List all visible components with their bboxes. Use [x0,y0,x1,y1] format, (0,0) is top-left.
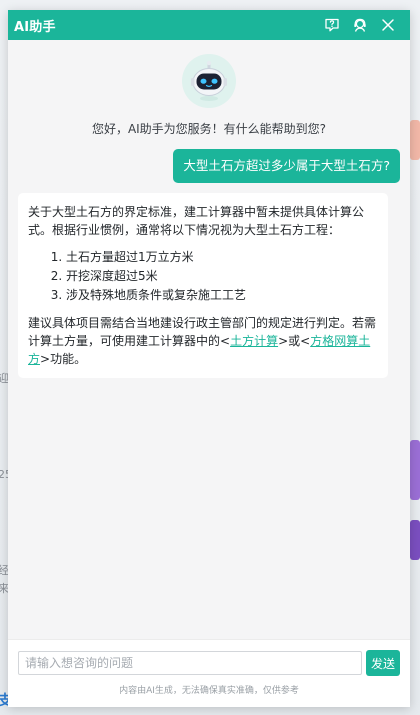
outro-mid-text: >或< [278,334,311,348]
ai-message-bubble: 关于大型土石方的界定标准，建工计算器中暂未提供具体计算公式。根据行业惯例，通常将… [18,193,388,378]
help-icon [325,18,339,32]
list-item: 开挖深度超过5米 [66,267,376,286]
customer-service-button[interactable] [346,13,374,37]
ai-reply-list: 土石方量超过1万立方米 开挖深度超过5米 涉及特殊地质条件或复杂施工工艺 [28,248,376,305]
robot-icon [191,60,227,101]
send-button[interactable]: 发送 [366,650,400,676]
ai-assistant-panel: AI助手 您好，AI助手为您服务！有什么能帮助到您? 大型土石方超过多少属于大型… [8,10,410,707]
list-item: 土石方量超过1万立方米 [66,248,376,267]
chat-area[interactable]: 您好，AI助手为您服务！有什么能帮助到您? 大型土石方超过多少属于大型土石方? … [8,40,410,639]
question-input[interactable] [18,651,362,675]
close-icon [382,19,394,31]
panel-header: AI助手 [8,10,410,40]
outro-suffix-text: >功能。 [40,352,87,366]
close-button[interactable] [374,13,402,37]
input-row: 发送 [8,640,410,676]
ai-reply-intro: 关于大型土石方的界定标准，建工计算器中暂未提供具体计算公式。根据行业惯例，通常将… [28,205,365,237]
list-item: 涉及特殊地质条件或复杂施工工艺 [66,286,376,305]
background-decoration [410,520,420,560]
user-message-bubble: 大型土石方超过多少属于大型土石方? [173,149,400,183]
background-decoration [410,440,420,500]
panel-title: AI助手 [14,19,56,35]
ai-reply-outro: 建议具体项目需结合当地建设行政主管部门的规定进行判定。若需计算土方量，可使用建工… [28,314,376,368]
customer-service-icon [354,18,366,32]
assistant-avatar-wrap [18,54,400,108]
greeting-text: 您好，AI助手为您服务！有什么能帮助到您? [91,122,327,136]
help-button[interactable] [318,13,346,37]
background-decoration [410,120,420,160]
earthwork-calc-link[interactable]: 土方计算 [230,334,278,348]
avatar [182,54,236,108]
ai-disclaimer: 内容由AI生成，无法确保真实准确，仅供参考 [119,686,299,696]
input-footer: 发送 内容由AI生成，无法确保真实准确，仅供参考 [8,639,410,707]
user-message-row: 大型土石方超过多少属于大型土石方? [18,149,400,183]
